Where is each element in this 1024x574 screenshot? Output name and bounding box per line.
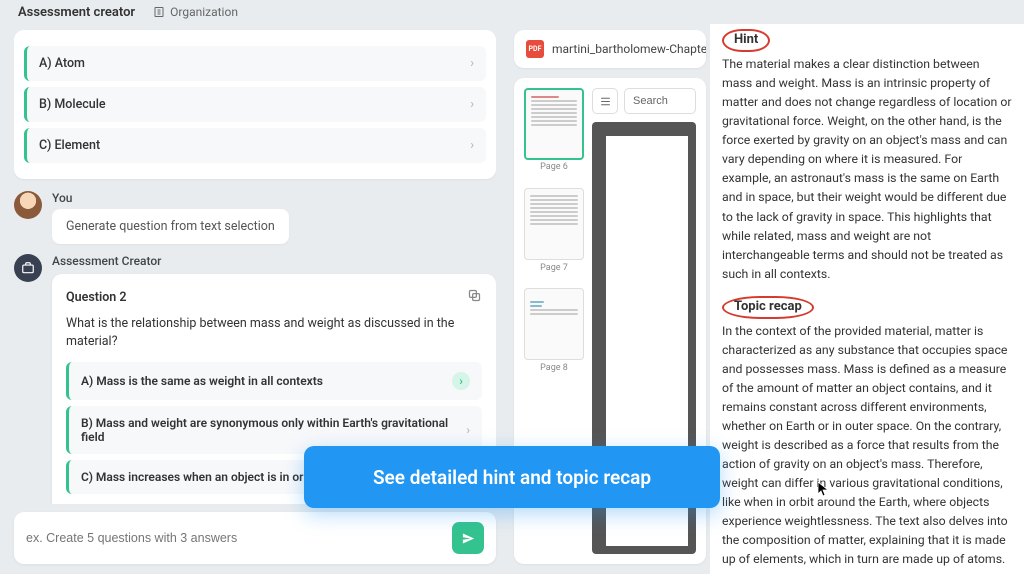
avatar <box>14 191 42 219</box>
page-thumbnail[interactable] <box>524 88 584 160</box>
page-thumbnail[interactable] <box>524 288 584 360</box>
bot-name: Assessment Creator <box>52 254 496 268</box>
recap-heading: Topic recap <box>722 297 814 317</box>
chevron-right-icon: › <box>470 138 474 153</box>
send-icon <box>461 531 476 546</box>
question-text: What is the relationship between mass an… <box>66 315 482 350</box>
org-link[interactable]: Organization <box>153 5 238 19</box>
answer-label: B) Mass and weight are synonymous only w… <box>81 416 466 444</box>
user-message-row: You Generate question from text selectio… <box>14 191 496 244</box>
briefcase-icon <box>21 261 35 275</box>
user-name: You <box>52 191 289 205</box>
answer-option[interactable]: B) Molecule › <box>24 87 486 122</box>
answer-label: B) Molecule <box>39 97 106 112</box>
topbar: Assessment creator Organization <box>0 0 1024 24</box>
send-button[interactable] <box>452 522 484 554</box>
hint-panel: Hint The material makes a clear distinct… <box>710 24 1024 574</box>
hint-body: The material makes a clear distinction b… <box>722 56 1012 285</box>
search-button[interactable]: Search <box>624 88 696 114</box>
organization-icon <box>153 6 165 18</box>
answer-label: C) Mass increases when an object is in o… <box>81 470 317 484</box>
file-chip[interactable]: PDF martini_bartholomew-Chapter2.p <box>514 30 706 68</box>
bot-avatar <box>14 254 42 282</box>
question-number: Question 2 <box>66 290 127 305</box>
menu-icon <box>599 95 612 108</box>
recap-p1: In the context of the provided material,… <box>722 323 1012 571</box>
chevron-right-icon: › <box>466 423 470 437</box>
page-thumbnail[interactable] <box>524 188 584 260</box>
composer <box>14 512 496 564</box>
previous-answers-card: A) Atom › B) Molecule › C) Element › <box>14 30 496 179</box>
answer-option[interactable]: A) Mass is the same as weight in all con… <box>66 362 482 400</box>
chevron-right-icon: › <box>452 372 470 390</box>
overlay-banner[interactable]: See detailed hint and topic recap <box>304 446 720 508</box>
user-bubble: Generate question from text selection <box>52 209 289 244</box>
file-name: martini_bartholomew-Chapter2.p <box>552 42 706 56</box>
answer-option[interactable]: C) Element › <box>24 128 486 163</box>
answer-label: A) Atom <box>39 56 85 71</box>
answer-option[interactable]: A) Atom › <box>24 46 486 81</box>
banner-text: See detailed hint and topic recap <box>373 466 651 489</box>
page-title: Assessment creator <box>18 5 135 20</box>
copy-icon <box>467 288 482 303</box>
org-label: Organization <box>170 5 238 19</box>
copy-button[interactable] <box>467 288 482 307</box>
answer-label: C) Element <box>39 138 100 153</box>
hint-heading: Hint <box>722 30 770 50</box>
pdf-icon: PDF <box>526 40 544 58</box>
chevron-right-icon: › <box>470 97 474 112</box>
message-input[interactable] <box>26 531 452 545</box>
answer-label: A) Mass is the same as weight in all con… <box>81 374 323 388</box>
menu-button[interactable] <box>592 88 618 114</box>
chevron-right-icon: › <box>470 56 474 71</box>
